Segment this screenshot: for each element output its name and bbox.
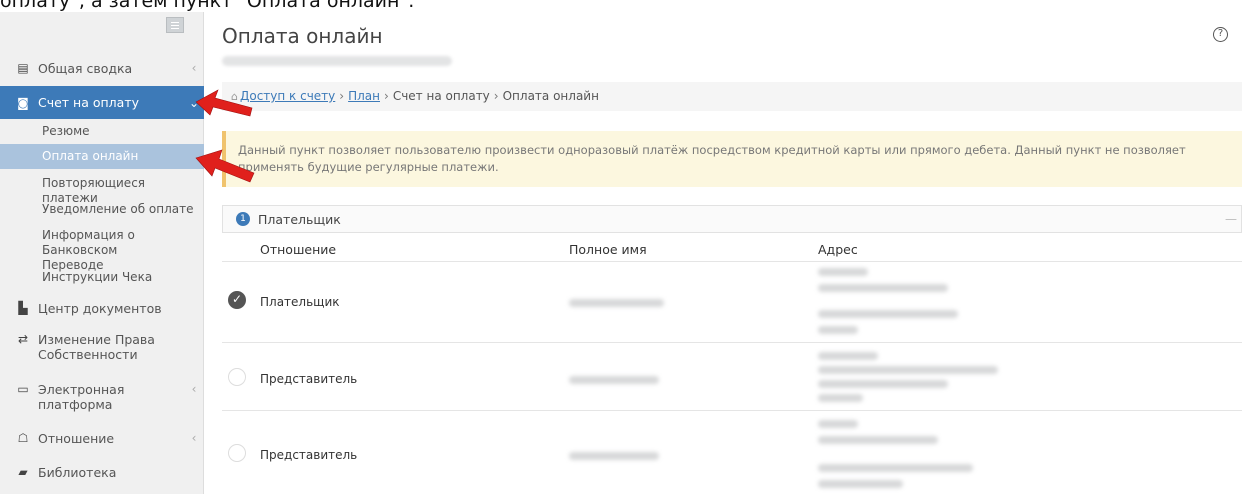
payer-panel-header[interactable]: 1 Плательщик — xyxy=(222,205,1242,233)
relation-cell: Представитель xyxy=(260,448,358,462)
book-icon: ▰ xyxy=(18,465,28,479)
breadcrumb-item-invoice: Счет на оплату xyxy=(392,89,490,103)
column-header-relation: Отношение xyxy=(260,242,337,257)
monitor-icon: ▭ xyxy=(17,382,29,396)
sidebar-item-label: Электронная платформа xyxy=(38,382,125,412)
step-badge: 1 xyxy=(236,212,250,226)
sidebar-subitem-summary[interactable]: Резюме xyxy=(0,124,204,139)
instruction-text: оплату", а затем пункт "Оплата онлайн". xyxy=(0,0,415,12)
column-header-address: Адрес xyxy=(818,242,858,257)
sidebar-item-relation[interactable]: ☖ Отношение ‹ xyxy=(0,428,204,448)
row-radio[interactable] xyxy=(228,368,246,386)
chevron-left-icon: ‹ xyxy=(191,61,197,75)
sidebar-item-label: Отношение xyxy=(38,430,115,446)
sidebar-subitem-online-payment[interactable]: Оплата онлайн xyxy=(0,144,204,169)
redacted-address xyxy=(818,268,868,276)
redacted-account-name xyxy=(222,56,452,66)
breadcrumb-separator: › xyxy=(493,89,499,103)
menu-toggle-icon[interactable] xyxy=(166,17,184,33)
row-radio[interactable] xyxy=(228,444,246,462)
collapse-icon[interactable]: — xyxy=(1225,212,1237,226)
table-divider xyxy=(222,342,1242,343)
sidebar-item-label: Центр документов xyxy=(38,300,162,316)
redacted-address xyxy=(818,310,958,318)
red-arrow-to-online-payment xyxy=(195,149,255,183)
redacted-address xyxy=(818,380,948,388)
redacted-address xyxy=(818,326,858,334)
redacted-address xyxy=(818,352,878,360)
sidebar-item-label: Изменение Права Собственности xyxy=(38,332,155,362)
chevron-left-icon: ‹ xyxy=(191,382,197,396)
breadcrumb-item-current: Оплата онлайн xyxy=(502,89,599,103)
breadcrumb-separator: › xyxy=(384,89,389,103)
relation-cell: Представитель xyxy=(260,372,358,386)
annotation-arrows xyxy=(195,89,255,183)
table-divider xyxy=(222,410,1242,411)
page-title: Оплата онлайн xyxy=(222,24,383,48)
sidebar-item-label: Общая сводка xyxy=(38,60,133,76)
sidebar-item-label: Библиотека xyxy=(38,464,117,480)
redacted-name xyxy=(569,299,664,307)
breadcrumb-separator: › xyxy=(339,89,345,103)
redacted-address xyxy=(818,366,998,374)
info-notice: Данный пункт позволяет пользователю прои… xyxy=(222,131,1242,187)
redacted-address xyxy=(818,284,948,292)
chevron-left-icon: ‹ xyxy=(191,431,197,445)
redacted-name xyxy=(569,452,659,460)
sidebar-subitem-check[interactable]: Инструкции Чека xyxy=(0,270,204,285)
summary-icon: ▤ xyxy=(17,61,29,75)
breadcrumb-link-plan[interactable]: План xyxy=(348,89,380,103)
sidebar-item-summary[interactable]: ▤ Общая сводка ‹ xyxy=(0,58,204,78)
sidebar: ▤ Общая сводка ‹ ◙ Счет на оплату ⌄ Резю… xyxy=(0,12,204,494)
sidebar-subitem-bank-transfer[interactable]: Информация о Банковском Переводе xyxy=(0,228,175,273)
documents-icon: ▙ xyxy=(18,301,28,315)
help-icon[interactable]: ? xyxy=(1213,27,1228,42)
table-divider xyxy=(222,261,1242,262)
column-header-full-name: Полное имя xyxy=(569,242,647,257)
sidebar-item-label: Счет на оплату xyxy=(38,95,140,110)
redacted-address xyxy=(818,436,938,444)
breadcrumb: ⌂ Доступ к счету › План › Счет на оплату › Опла… xyxy=(222,82,1242,111)
panel-title: Плательщик xyxy=(258,211,341,227)
main-content: Оплата онлайн ? ⌂ Доступ к счету › План › Сче… xyxy=(205,12,1242,494)
sidebar-item-ownership[interactable]: ⇄ Изменение Права Собственности xyxy=(0,332,204,364)
relation-cell: Плательщик xyxy=(260,295,340,309)
transfer-icon: ⇄ xyxy=(17,332,29,346)
row-radio-checked[interactable] xyxy=(228,291,246,309)
red-arrow-to-invoice xyxy=(195,89,253,117)
redacted-address xyxy=(818,420,858,428)
redacted-name xyxy=(569,376,659,384)
sidebar-subitem-payment-notice[interactable]: Уведомление об оплате xyxy=(0,202,204,217)
people-icon: ☖ xyxy=(17,431,29,445)
invoice-icon: ◙ xyxy=(17,95,29,110)
sidebar-item-platform[interactable]: ▭ Электронная платформа ‹ xyxy=(0,382,204,414)
redacted-address xyxy=(818,480,903,488)
redacted-address xyxy=(818,464,973,472)
redacted-address xyxy=(818,394,863,402)
sidebar-item-documents[interactable]: ▙ Центр документов xyxy=(0,298,204,318)
sidebar-item-invoice[interactable]: ◙ Счет на оплату ⌄ xyxy=(0,86,204,119)
sidebar-item-library[interactable]: ▰ Библиотека xyxy=(0,462,204,482)
